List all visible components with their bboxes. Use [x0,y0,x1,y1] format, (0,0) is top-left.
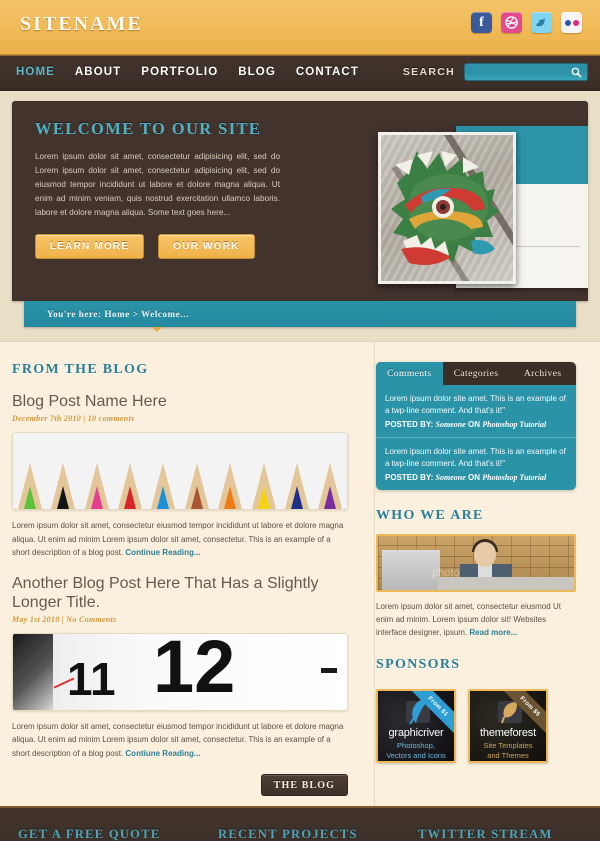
nav-item-contact[interactable]: CONTACT [296,66,359,78]
clock-tick [321,667,337,673]
clock-number-12: 12 [153,632,236,708]
blog-post-2-title[interactable]: Another Blog Post Here That Has a Slight… [12,574,348,612]
our-work-button[interactable]: OUR WORK [158,234,255,259]
flickr-dots [564,19,579,26]
blog-post-1-title[interactable]: Blog Post Name Here [12,392,348,411]
comment-item-1[interactable]: Lorem ipsum dolor site amet. This is an … [376,385,576,437]
hero-title: WELCOME TO OUR SITE [35,119,262,138]
top-header-bar: SITENAME f [0,0,600,55]
site-footer: GET A FREE QUOTE RECENT PROJECTS TWITTER… [0,806,600,841]
dribbble-glyph [505,16,518,29]
blog-post-1-body: Lorem ipsum dolor sit amet, consectetur … [12,519,348,560]
blog-post-2-image[interactable]: 11 12 [12,632,348,711]
blog-post-2: Another Blog Post Here That Has a Slight… [12,574,348,761]
clock-shadow [13,633,53,710]
sponsor-themeforest[interactable]: From $5 themeforest Site Templates and T… [468,689,548,763]
blog-button-row: THE BLOG [12,774,348,796]
footer-heading-quote[interactable]: GET A FREE QUOTE [18,827,218,841]
sponsor-graphicriver[interactable]: From $1 graphicriver Photoshop, Vectors … [376,689,456,763]
breadcrumb-pointer-icon [152,327,162,332]
blog-post-1-read-more[interactable]: Continue Reading... [125,548,200,557]
comment-1-on-label: ON [468,420,481,429]
hero-body-text: Lorem ipsum dolor sit amet, consectetur … [35,152,280,217]
widget-tabs: Comments Categories Archives [376,362,576,385]
graphicriver-name: graphicriver [388,727,444,739]
site-logo[interactable]: SITENAME [20,13,143,36]
hero-slider: y this sit struction [12,101,588,301]
who-we-are-widget: WHO WE ARE photo Lorem ipsum dolor sit a… [376,508,576,639]
nav-item-about[interactable]: ABOUT [75,66,121,78]
nav-item-list: HOME ABOUT PORTFOLIO BLOG CONTACT [16,66,359,78]
comment-2-on-label: ON [468,473,481,482]
search-input[interactable] [465,66,587,82]
flickr-icon[interactable] [561,12,582,33]
comment-2-byline: POSTED BY: Someone ON Photoshop Tutorial [385,473,567,482]
search-label: SEARCH [402,66,455,78]
twitter-icon[interactable] [531,12,552,33]
comments-widget: Comments Categories Archives Lorem ipsum… [376,362,576,490]
blog-post-2-read-more[interactable]: Contiune Reading... [125,749,200,758]
comment-1-byline: POSTED BY: Someone ON Photoshop Tutorial [385,420,567,429]
hero-text-block: WELCOME TO OUR SITE Lorem ipsum dolor si… [12,101,312,259]
hero-spacer [0,327,600,341]
footer-heading-twitter[interactable]: TWITTER STREAM [418,827,553,841]
sidebar-column: Comments Categories Archives Lorem ipsum… [362,362,576,806]
blog-section-title: FROM THE BLOG [12,362,149,377]
comment-1-text: Lorem ipsum dolor site amet. This is an … [385,394,566,415]
social-links: f [471,12,582,33]
breadcrumb: You're here: Home > Welcome... [24,301,576,332]
blog-post-2-meta: May 1st 2010 | No Comments [12,614,117,624]
themeforest-name: themeforest [480,727,536,739]
tab-archives[interactable]: Archives [509,362,576,385]
tab-categories[interactable]: Categories [443,362,510,385]
themeforest-subtitle: Site Templates and Themes [483,741,533,760]
footer-heading-projects[interactable]: RECENT PROJECTS [218,827,418,841]
search-area: SEARCH [402,63,588,82]
clock-closeup-photo: 11 12 [13,632,347,710]
learn-more-button[interactable]: LEARN MORE [35,234,145,259]
comment-2-posted-label: POSTED BY: [385,473,434,482]
who-we-are-body: Lorem ipsum dolor sit amet, consectetur … [376,600,576,639]
person-head-shape [474,542,496,567]
comment-1-source[interactable]: Photoshop Tutorial [482,420,546,429]
dribbble-icon[interactable] [501,12,522,33]
hero-buttons: LEARN MORE OUR WORK [35,234,312,259]
search-box[interactable] [464,63,588,82]
nav-item-home[interactable]: HOME [16,66,55,78]
nav-item-portfolio[interactable]: PORTFOLIO [141,66,218,78]
graphicriver-subtitle: Photoshop, Vectors and Icons [386,741,446,760]
dragon-mural-illustration [391,151,499,265]
sponsors-title: SPONSORS [376,657,461,672]
comment-2-author[interactable]: Someone [436,473,466,482]
facebook-icon[interactable]: f [471,12,492,33]
blog-post-1-meta: December 7th 2010 | 10 comments [12,414,135,423]
sponsors-list: From $1 graphicriver Photoshop, Vectors … [376,689,576,763]
blog-post-1-image[interactable] [12,432,348,510]
blog-post-2-body: Lorem ipsum dolor sit amet, consectetur … [12,720,348,761]
search-icon[interactable] [571,67,582,78]
who-we-are-read-more[interactable]: Read more... [469,628,517,637]
comment-item-2[interactable]: Lorem ipsum dolor site amet. This is an … [376,437,576,490]
nav-item-blog[interactable]: BLOG [238,66,276,78]
comment-1-author[interactable]: Someone [436,420,466,429]
photo-watermark: photo [432,567,460,579]
hero-section: y this sit struction [0,91,600,332]
content-area: FROM THE BLOG Blog Post Name Here Decemb… [0,341,600,806]
colored-pencils-photo [13,433,347,509]
sponsors-widget: SPONSORS From $1 graphicriver Photoshop,… [376,657,576,763]
breadcrumb-text[interactable]: You're here: Home > Welcome... [47,309,189,319]
comment-2-text: Lorem ipsum dolor site amet. This is an … [385,447,566,468]
who-we-are-image[interactable]: photo [376,534,576,592]
tab-comments[interactable]: Comments [376,362,443,385]
blog-post-1: Blog Post Name Here December 7th 2010 | … [12,392,348,560]
comment-1-posted-label: POSTED BY: [385,420,434,429]
the-blog-button[interactable]: THE BLOG [260,774,348,796]
who-we-are-title: WHO WE ARE [376,508,484,523]
blog-column: FROM THE BLOG Blog Post Name Here Decemb… [12,362,362,806]
comment-2-source[interactable]: Photoshop Tutorial [482,473,546,482]
hero-slide-current[interactable] [378,132,516,284]
twitter-bird-glyph [536,17,547,26]
main-navigation: HOME ABOUT PORTFOLIO BLOG CONTACT SEARCH [0,55,600,91]
